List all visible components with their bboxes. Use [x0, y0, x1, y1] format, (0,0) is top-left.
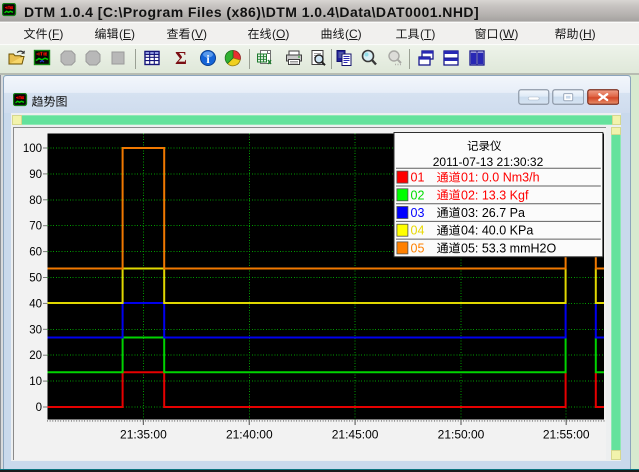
svg-text:90: 90 [29, 168, 42, 180]
svg-text:04: 40.0 KPa: 04: 40.0 KPa [461, 223, 533, 237]
svg-text:05: 05 [411, 241, 425, 255]
svg-text:50: 50 [29, 272, 42, 284]
svg-text:70: 70 [29, 220, 42, 232]
svg-text:100: 100 [23, 143, 42, 155]
svg-text:03: 03 [411, 206, 425, 220]
svg-text:21:55:00: 21:55:00 [543, 427, 590, 441]
svg-text:80: 80 [29, 194, 42, 206]
svg-text:2011-07-13 21:30:32: 2011-07-13 21:30:32 [433, 155, 544, 169]
svg-text:02: 13.3 Kgf: 02: 13.3 Kgf [461, 188, 529, 202]
svg-text:20: 20 [29, 350, 42, 362]
svg-text:01: 0.0 Nm3/h: 01: 0.0 Nm3/h [461, 170, 540, 184]
svg-text:40: 40 [29, 298, 42, 310]
svg-text:10: 10 [29, 376, 42, 388]
svg-text:21:45:00: 21:45:00 [332, 427, 379, 441]
svg-text:03: 26.7 Pa: 03: 26.7 Pa [461, 206, 525, 220]
svg-text:21:50:00: 21:50:00 [438, 427, 485, 441]
svg-text:02: 02 [411, 188, 425, 202]
svg-text:30: 30 [29, 324, 42, 336]
svg-text:05: 53.3 mmH2O: 05: 53.3 mmH2O [461, 241, 556, 255]
svg-text:0: 0 [36, 402, 42, 414]
svg-text:Σ: Σ [175, 48, 187, 68]
svg-text:04: 04 [411, 223, 425, 237]
svg-text:21:35:00: 21:35:00 [120, 427, 167, 441]
svg-text:60: 60 [29, 246, 42, 258]
svg-text:01: 01 [411, 170, 425, 184]
svg-text:21:40:00: 21:40:00 [226, 427, 273, 441]
